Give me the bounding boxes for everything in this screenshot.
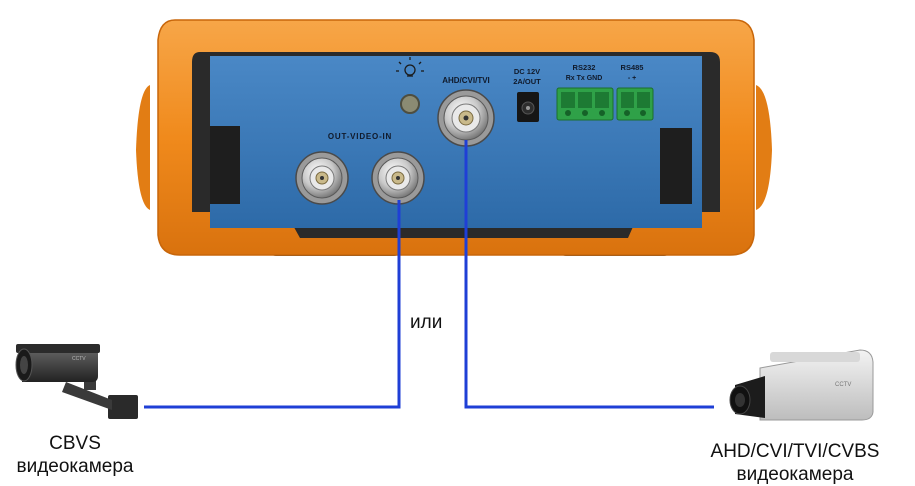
- svg-text:CCTV: CCTV: [72, 356, 86, 362]
- clip-right: [660, 128, 692, 204]
- led-indicator: [400, 94, 420, 114]
- cvbs-camera-type: CBVS: [49, 433, 101, 454]
- left-bumper: [136, 85, 150, 210]
- svg-text:CCTV: CCTV: [835, 382, 851, 388]
- or-label: или: [410, 312, 443, 333]
- ahd-box-camera: CCTV: [729, 349, 874, 421]
- rs485-label: RS485: [621, 63, 644, 72]
- dc-label-line1: DC 12V: [514, 67, 540, 76]
- rs232-label: RS232: [573, 63, 596, 72]
- connection-diagram: OUT-VIDEO-IN AHD/CVI/TVI DC 12V 2A/OUT R…: [15, 19, 874, 421]
- ahd-camera-word: видеокамера: [736, 464, 854, 485]
- rs232-terminal-block[interactable]: [556, 87, 614, 121]
- out-video-in-label: OUT-VIDEO-IN: [328, 132, 392, 141]
- dc-label-line2: 2A/OUT: [513, 77, 541, 86]
- bnc-connector-ahd[interactable]: [437, 89, 495, 147]
- dc-power-jack[interactable]: [517, 92, 539, 122]
- rs485-terminal-block[interactable]: [616, 87, 654, 121]
- cvbs-camera: CCTV: [15, 344, 138, 419]
- rs232-pins-label: Rx Tx GND: [566, 75, 603, 82]
- bnc-connector-video-in[interactable]: [371, 151, 425, 205]
- rs485-pins-label: - +: [628, 75, 636, 82]
- ahd-cvi-tvi-label: AHD/CVI/TVI: [442, 76, 490, 85]
- ahd-camera-type: AHD/CVI/TVI/CVBS: [710, 441, 880, 462]
- tester-device: OUT-VIDEO-IN AHD/CVI/TVI DC 12V 2A/OUT R…: [136, 19, 772, 256]
- ahd-camera-caption: AHD/CVI/TVI/CVBS видеокамера: [675, 440, 915, 486]
- cvbs-camera-caption: CBVS видеокамера: [0, 432, 150, 478]
- bnc-connector-video-out[interactable]: [295, 151, 349, 205]
- right-bumper: [756, 85, 772, 210]
- clip-left: [210, 126, 240, 204]
- cvbs-camera-word: видеокамера: [16, 456, 134, 477]
